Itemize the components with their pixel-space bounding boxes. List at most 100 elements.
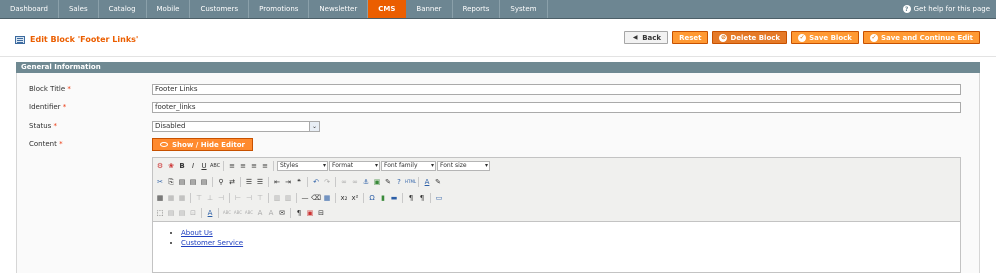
- nav-newsletter[interactable]: Newsletter: [309, 0, 369, 18]
- col-before-icon[interactable]: ⊢: [233, 193, 243, 203]
- content-label-text: Content: [29, 140, 57, 148]
- cut-icon[interactable]: ✂: [155, 177, 165, 187]
- styles-dropdown[interactable]: Styles: [277, 161, 328, 171]
- nav-system[interactable]: System: [500, 0, 548, 18]
- align-right-icon[interactable]: ≡: [249, 161, 259, 171]
- pagebreak-icon[interactable]: ⊟: [316, 208, 326, 218]
- cite-icon[interactable]: ABC: [222, 208, 232, 218]
- unlink-icon[interactable]: ∞: [350, 177, 360, 187]
- paste-word-icon[interactable]: ▤: [199, 177, 209, 187]
- nav-mobile[interactable]: Mobile: [147, 0, 191, 18]
- remove-format-icon[interactable]: ⌫: [311, 193, 321, 203]
- styleprops-icon[interactable]: A: [205, 208, 215, 218]
- save-block-button[interactable]: ✓ Save Block: [791, 31, 859, 44]
- italic-icon[interactable]: I: [188, 161, 198, 171]
- abbr-icon[interactable]: ABC: [233, 208, 243, 218]
- text-color-icon[interactable]: A: [422, 177, 432, 187]
- identifier-input[interactable]: footer_links: [152, 102, 961, 113]
- media-icon[interactable]: ▮: [378, 193, 388, 203]
- font-size-dropdown[interactable]: Font size: [437, 161, 490, 171]
- widget-icon[interactable]: ⚙: [155, 161, 165, 171]
- insert-image-icon[interactable]: ▣: [372, 177, 382, 187]
- nav-sales[interactable]: Sales: [59, 0, 99, 18]
- indent-icon[interactable]: ⇥: [283, 177, 293, 187]
- split-cells-icon[interactable]: ▥: [272, 193, 282, 203]
- nav-banner[interactable]: Banner: [406, 0, 453, 18]
- delete-block-button[interactable]: ⊘ Delete Block: [712, 31, 788, 44]
- nav-customers[interactable]: Customers: [190, 0, 250, 18]
- help-link[interactable]: ? Get help for this page: [902, 0, 990, 18]
- nav-cms[interactable]: CMS: [368, 0, 407, 18]
- redo-icon[interactable]: ↷: [322, 177, 332, 187]
- nonbreaking-icon[interactable]: ▣: [305, 208, 315, 218]
- col-after-icon[interactable]: ⊣: [244, 193, 254, 203]
- underline-icon[interactable]: U: [199, 161, 209, 171]
- format-dropdown[interactable]: Format: [329, 161, 380, 171]
- strikethrough-icon[interactable]: ABC: [210, 161, 220, 171]
- link-icon[interactable]: ∞: [339, 177, 349, 187]
- paste-text-icon[interactable]: ▤: [188, 177, 198, 187]
- ins-icon[interactable]: A: [266, 208, 276, 218]
- nav-catalog[interactable]: Catalog: [99, 0, 147, 18]
- move-forward-icon[interactable]: ▤: [166, 208, 176, 218]
- about-us-link[interactable]: About Us: [181, 229, 213, 237]
- row-before-icon[interactable]: ⊤: [194, 193, 204, 203]
- bold-icon[interactable]: B: [177, 161, 187, 171]
- horizontal-rule-icon[interactable]: —: [300, 193, 310, 203]
- save-continue-button[interactable]: ✓ Save and Continue Edit: [862, 31, 980, 44]
- nav-reports[interactable]: Reports: [453, 0, 501, 18]
- html-source-icon[interactable]: HTML: [405, 177, 416, 187]
- image-icon[interactable]: ❀: [166, 161, 176, 171]
- merge-cells-icon[interactable]: ▥: [283, 193, 293, 203]
- status-select[interactable]: Disabled ⌄: [152, 121, 320, 132]
- copy-icon[interactable]: ⎘: [166, 177, 176, 187]
- help-editor-icon[interactable]: ?: [394, 177, 404, 187]
- font-family-dropdown[interactable]: Font family: [381, 161, 436, 171]
- superscript-icon[interactable]: x²: [350, 193, 360, 203]
- align-justify-icon[interactable]: ≡: [260, 161, 270, 171]
- blockquote-icon[interactable]: ❝: [294, 177, 304, 187]
- cell-props-icon[interactable]: ▦: [177, 193, 187, 203]
- replace-icon[interactable]: ⇄: [227, 177, 237, 187]
- delete-row-icon[interactable]: ⊣: [216, 193, 226, 203]
- required-mark: *: [62, 103, 67, 111]
- find-icon[interactable]: ⚲: [216, 177, 226, 187]
- subscript-icon[interactable]: x₂: [339, 193, 349, 203]
- align-center-icon[interactable]: ≡: [238, 161, 248, 171]
- row-props-icon[interactable]: ▦: [166, 193, 176, 203]
- hr-advanced-icon[interactable]: ▬: [389, 193, 399, 203]
- ltr-icon[interactable]: ¶: [406, 193, 416, 203]
- reset-button[interactable]: Reset: [672, 31, 709, 44]
- delete-col-icon[interactable]: ⊤: [255, 193, 265, 203]
- bullet-list-icon[interactable]: ☰: [244, 177, 254, 187]
- highlight-color-icon[interactable]: ✎: [433, 177, 443, 187]
- nav-promotions[interactable]: Promotions: [249, 0, 310, 18]
- outdent-icon[interactable]: ⇤: [272, 177, 282, 187]
- anchor-icon[interactable]: ⚓: [361, 177, 371, 187]
- nav-dashboard[interactable]: Dashboard: [0, 0, 59, 18]
- paste-icon[interactable]: ▤: [177, 177, 187, 187]
- absolute-icon[interactable]: ⊡: [188, 208, 198, 218]
- undo-icon[interactable]: ↶: [311, 177, 321, 187]
- cleanup-icon[interactable]: ✎: [383, 177, 393, 187]
- main-nav: Dashboard Sales Catalog Mobile Customers…: [0, 0, 996, 19]
- row-after-icon[interactable]: ⊥: [205, 193, 215, 203]
- move-backward-icon[interactable]: ▤: [177, 208, 187, 218]
- rtl-icon[interactable]: ¶: [417, 193, 427, 203]
- insert-layer-icon[interactable]: ⬚: [155, 208, 165, 218]
- back-button[interactable]: ◀ Back: [624, 31, 669, 44]
- visual-chars-icon[interactable]: ¶: [294, 208, 304, 218]
- numbered-list-icon[interactable]: ☰: [255, 177, 265, 187]
- acronym-icon[interactable]: ABC: [244, 208, 254, 218]
- block-title-input[interactable]: Footer Links: [152, 84, 961, 95]
- del-icon[interactable]: A: [255, 208, 265, 218]
- visual-aid-icon[interactable]: ▦: [322, 193, 332, 203]
- special-char-icon[interactable]: Ω: [367, 193, 377, 203]
- align-left-icon[interactable]: ≡: [227, 161, 237, 171]
- editor-content[interactable]: About Us Customer Service: [181, 229, 243, 249]
- table-icon[interactable]: ▦: [155, 193, 165, 203]
- show-hide-editor-button[interactable]: Show / Hide Editor: [152, 138, 253, 151]
- fullscreen-icon[interactable]: ▭: [434, 193, 444, 203]
- customer-service-link[interactable]: Customer Service: [181, 239, 243, 247]
- attribs-icon[interactable]: ✉: [277, 208, 287, 218]
